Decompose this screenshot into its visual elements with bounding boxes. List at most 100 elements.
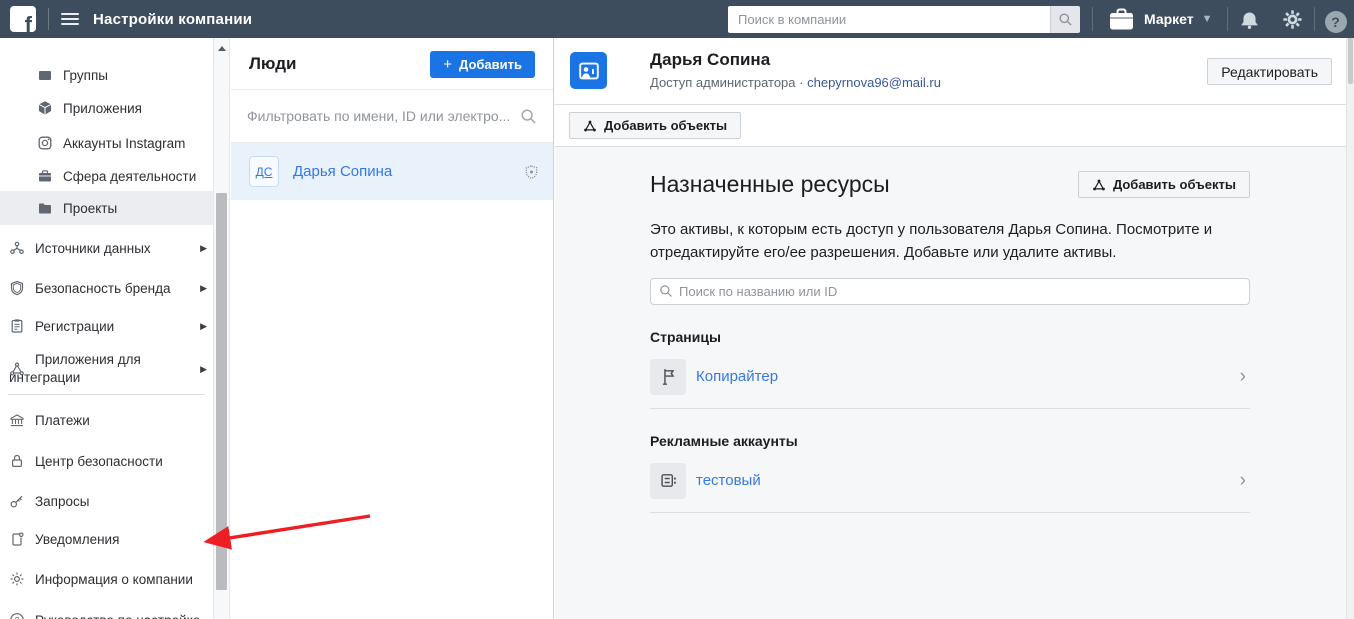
- person-initials-avatar: ДС: [249, 156, 279, 187]
- sidebar-item-security-center[interactable]: Центр безопасности: [0, 444, 213, 478]
- question-mark-icon: ?: [1331, 14, 1340, 30]
- sidebar-item-payments[interactable]: Платежи: [0, 403, 213, 437]
- notifications-button[interactable]: [1228, 8, 1271, 30]
- assets-search-input[interactable]: [679, 284, 1241, 299]
- sidebar-item-groups[interactable]: Группы: [0, 58, 213, 92]
- sidebar-item-instagram-accounts[interactable]: Аккаунты Instagram: [0, 126, 213, 160]
- briefcase-small-icon: [36, 167, 54, 185]
- page-scrollbar[interactable]: [1346, 0, 1354, 619]
- sidebar-divider: [8, 394, 205, 395]
- bank-icon: [8, 411, 26, 429]
- topbar-divider: [48, 8, 49, 30]
- person-email-link[interactable]: chepyrnova96@mail.ru: [807, 75, 941, 90]
- page-link[interactable]: Копирайтер: [696, 368, 1240, 385]
- ad-account-link[interactable]: тестовый: [696, 472, 1240, 489]
- business-switcher[interactable]: Маркет ▼: [1093, 5, 1227, 33]
- search-icon: [520, 108, 537, 125]
- sidebar-item-registrations[interactable]: Регистрации ▶: [0, 309, 213, 343]
- detail-toolbar: Добавить объекты: [555, 105, 1346, 147]
- expand-chevron-icon: ▶: [200, 243, 207, 254]
- app-title: Настройки компании: [93, 11, 252, 28]
- svg-text:?: ?: [15, 615, 20, 619]
- briefcase-icon: [1107, 5, 1136, 33]
- expand-chevron-icon: ▶: [200, 364, 207, 375]
- sidebar-item-setup-guide[interactable]: ? Руководство по настройке: [0, 603, 213, 619]
- data-sources-icon: [8, 239, 26, 257]
- sidebar-scrollbar[interactable]: [213, 38, 230, 619]
- gear-icon: [1282, 9, 1303, 30]
- objects-triangle-icon: [1092, 178, 1106, 192]
- key-icon: [8, 492, 26, 510]
- lock-icon: [8, 452, 26, 470]
- people-column: Люди + Добавить ДС Дарья Сопина: [231, 38, 554, 619]
- detail-panel: Дарья Сопина Доступ администратора · che…: [555, 38, 1346, 619]
- notification-icon: [8, 530, 26, 548]
- people-filter-row: [231, 90, 553, 143]
- expand-chevron-icon: ▶: [200, 283, 207, 294]
- ad-accounts-header: Рекламные аккаунты: [650, 433, 1250, 449]
- pages-header: Страницы: [650, 329, 1250, 345]
- admin-shield-icon: [524, 164, 539, 180]
- sidebar-item-projects[interactable]: Проекты: [0, 191, 213, 225]
- folder-icon: [36, 199, 54, 217]
- topbar: f Настройки компании Маркет ▼: [0, 0, 1354, 38]
- topbar-search-input[interactable]: [728, 6, 1050, 33]
- business-name: Маркет: [1144, 11, 1194, 27]
- add-objects-button-content[interactable]: Добавить объекты: [1078, 171, 1250, 198]
- settings-button[interactable]: [1271, 9, 1314, 30]
- sidebar-item-business-sphere[interactable]: Сфера деятельности: [0, 159, 213, 193]
- edit-button[interactable]: Редактировать: [1207, 58, 1332, 85]
- people-header: Люди + Добавить: [231, 38, 553, 90]
- sidebar-item-integrations[interactable]: Приложения для интеграции ▶: [0, 346, 213, 392]
- topbar-search: [728, 6, 1080, 33]
- chevron-right-icon: ›: [1240, 366, 1246, 388]
- add-objects-button-toolbar[interactable]: Добавить объекты: [569, 112, 741, 139]
- instagram-icon: [36, 134, 54, 152]
- gear-small-icon: [8, 570, 26, 588]
- business-settings-window: f Настройки компании Маркет ▼: [0, 0, 1354, 619]
- person-list-item[interactable]: ДС Дарья Сопина: [231, 143, 553, 200]
- sidebar-nav: Группы Приложения Аккаунты Instagram Сфе…: [0, 38, 213, 619]
- people-filter-input[interactable]: [247, 108, 514, 124]
- objects-triangle-icon: [583, 119, 597, 133]
- ad-account-icon: [650, 463, 686, 499]
- cube-icon: [36, 99, 54, 117]
- sidebar-item-business-info[interactable]: Информация о компании: [0, 562, 213, 596]
- sidebar-item-apps[interactable]: Приложения: [0, 91, 213, 125]
- groups-icon: [36, 66, 54, 84]
- sidebar-item-notifications[interactable]: Уведомления: [0, 522, 213, 556]
- ad-account-asset-row[interactable]: тестовый ›: [650, 463, 1250, 499]
- page-flag-icon: [650, 359, 686, 395]
- topbar-search-button[interactable]: [1050, 6, 1080, 33]
- hamburger-menu-icon[interactable]: [61, 13, 79, 25]
- help-button[interactable]: ?: [1325, 11, 1347, 33]
- add-person-button[interactable]: + Добавить: [430, 51, 535, 78]
- sidebar-item-requests[interactable]: Запросы: [0, 484, 213, 518]
- pages-section: Страницы Копирайтер ›: [650, 329, 1250, 409]
- bell-icon: [1239, 8, 1260, 30]
- assets-search: [650, 278, 1250, 305]
- row-divider: [650, 512, 1250, 513]
- assigned-assets-section: Назначенные ресурсы Добавить объекты Это…: [650, 147, 1250, 513]
- sidebar-scrollbar-thumb[interactable]: [216, 193, 227, 590]
- sidebar-item-brand-safety[interactable]: Безопасность бренда ▶: [0, 271, 213, 305]
- sidebar-item-data-sources[interactable]: Источники данных ▶: [0, 231, 213, 265]
- person-card-icon: [578, 60, 600, 82]
- shield-icon: [8, 279, 26, 297]
- person-name[interactable]: Дарья Сопина: [293, 163, 524, 180]
- person-card-avatar: [570, 52, 607, 89]
- search-icon: [1058, 12, 1073, 27]
- chevron-down-icon: ▼: [1202, 13, 1213, 25]
- assigned-assets-title: Назначенные ресурсы: [650, 171, 890, 198]
- detail-person-sub: Доступ администратора · chepyrnova96@mai…: [650, 75, 941, 90]
- people-title: Люди: [249, 54, 296, 74]
- row-divider: [650, 408, 1250, 409]
- plus-icon: +: [443, 56, 452, 73]
- expand-chevron-icon: ▶: [200, 321, 207, 332]
- search-icon: [659, 284, 673, 298]
- page-asset-row[interactable]: Копирайтер ›: [650, 359, 1250, 395]
- scroll-up-arrow-icon[interactable]: [218, 46, 226, 51]
- question-circle-icon: ?: [8, 611, 26, 619]
- clipboard-icon: [8, 317, 26, 335]
- facebook-logo-icon[interactable]: f: [10, 6, 36, 32]
